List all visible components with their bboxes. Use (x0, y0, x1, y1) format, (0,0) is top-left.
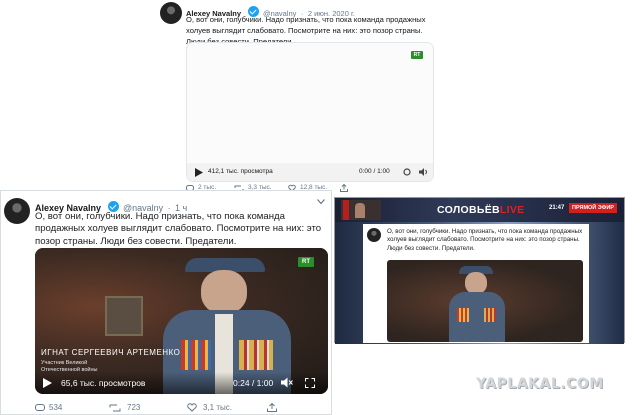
tv-video-frame (387, 260, 583, 342)
tweet-actions: 534 723 3,1 тыс. (35, 403, 325, 415)
view-count: 65,6 тыс. просмотров (61, 378, 146, 388)
share-icon[interactable] (340, 184, 348, 192)
retweet-icon[interactable] (109, 404, 121, 412)
caption-line-1: Участник Великой (41, 360, 88, 366)
tweet-bottom: Alexey Navalny @navalny · 1 ч О, вот они… (0, 190, 332, 415)
tweet-text: О, вот они, голубчики. Надо признать, чт… (35, 211, 322, 247)
like-count: 3,1 тыс. (203, 403, 232, 412)
retweet-count: 723 (127, 403, 141, 412)
video-time: 0:00 / 1:00 (359, 168, 390, 175)
rt-logo: RT (298, 257, 314, 267)
tv-clock: 21:47 (549, 205, 565, 211)
share-icon[interactable] (267, 403, 277, 412)
wall-picture (105, 296, 143, 336)
video-player[interactable]: RT 412,1 тыс. просмотра 0:00 / 1:00 (186, 42, 434, 182)
tv-frame: О, вот они, голубчики. Надо признать, чт… (335, 222, 624, 344)
chevron-down-icon[interactable] (317, 199, 325, 205)
show-title-live: LIVE (499, 204, 525, 216)
tv-top-bar: СОЛОВЬЁВLIVE 21:47 ПРЯМОЙ ЭФИР (335, 198, 624, 222)
veteran-face (201, 270, 247, 314)
play-icon[interactable] (195, 168, 203, 177)
settings-icon[interactable] (403, 168, 411, 176)
avatar[interactable] (4, 198, 30, 224)
reply-count: 534 (49, 403, 63, 412)
medals-left (181, 340, 211, 370)
tv-broadcast-screenshot: СОЛОВЬЁВLIVE 21:47 ПРЯМОЙ ЭФИР О, вот он… (334, 197, 625, 344)
studio-thumbnail (341, 200, 381, 220)
volume-icon[interactable] (419, 168, 428, 176)
show-title: СОЛОВЬЁВLIVE (437, 204, 525, 216)
view-count: 412,1 тыс. просмотра (208, 168, 273, 175)
video-time: 0:24 / 1:00 (233, 378, 274, 388)
medals-right (239, 340, 273, 370)
video-controls: 65,6 тыс. просмотров 0:24 / 1:00 (35, 372, 328, 394)
rt-logo: RT (411, 51, 423, 59)
fullscreen-icon[interactable] (305, 378, 315, 388)
tweet-on-screen: О, вот они, голубчики. Надо признать, чт… (363, 224, 589, 343)
volume-muted-icon[interactable] (281, 377, 293, 388)
watermark: YAPLAKAL.COM (476, 376, 604, 392)
caption-name: ИГНАТ СЕРГЕЕВИЧ АРТЕМЕНКО (41, 348, 181, 357)
avatar[interactable] (160, 2, 182, 24)
reply-icon[interactable] (35, 404, 45, 412)
avatar (367, 228, 381, 242)
tv-tweet-text: О, вот они, голубчики. Надо признать, чт… (387, 228, 583, 252)
video-player[interactable]: RT ИГНАТ СЕРГЕЕВИЧ АРТЕМЕНКО Участник Ве… (35, 248, 328, 394)
play-icon[interactable] (43, 378, 52, 388)
video-controls: 412,1 тыс. просмотра 0:00 / 1:00 (187, 163, 433, 181)
live-badge: ПРЯМОЙ ЭФИР (569, 203, 617, 213)
like-icon[interactable] (187, 403, 197, 412)
tweet-top: Alexey Navalny @navalny · 2 июн. 2020 г.… (158, 0, 448, 200)
